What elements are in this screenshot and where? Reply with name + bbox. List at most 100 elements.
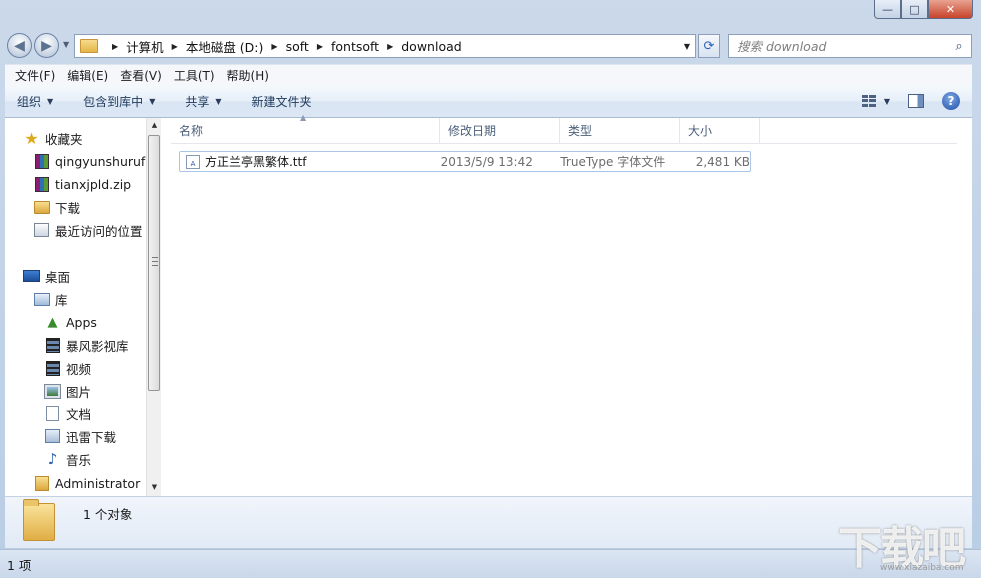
sidebar-item-favorites[interactable]: ★ 收藏夹 (23, 127, 83, 149)
sidebar-item-baofeng-library[interactable]: 暴风影视库 (44, 334, 129, 356)
recent-pages-dropdown-icon[interactable]: ▼ (63, 40, 69, 49)
sidebar-item-libraries[interactable]: 库 (33, 288, 68, 310)
scrollbar-thumb[interactable] (148, 135, 160, 391)
status-text: 1 项 (7, 558, 32, 573)
sidebar-item-recent-places[interactable]: 最近访问的位置 (33, 219, 143, 241)
file-size: 2,481 KB (695, 154, 750, 169)
folder-icon (33, 200, 50, 214)
include-in-library-button[interactable]: 包含到库中 ▼ (83, 93, 155, 110)
music-icon: ♪ (47, 450, 58, 468)
preview-pane-icon[interactable] (908, 94, 924, 108)
status-bar: 1 项 (0, 549, 981, 578)
sidebar-item-label: 收藏夹 (45, 131, 83, 147)
menu-bar: 文件(F) 编辑(E) 查看(V) 工具(T) 帮助(H) (5, 64, 972, 86)
search-box[interactable]: ⌕ (728, 34, 972, 58)
archive-icon (34, 176, 49, 192)
sidebar-item-label: 音乐 (66, 452, 92, 468)
organize-button[interactable]: 组织 ▼ (17, 93, 53, 110)
sidebar-item-qingyunshurufa[interactable]: qingyunshurufa (33, 150, 153, 172)
navigation-pane-scrollbar[interactable]: ▲ ▼ (146, 118, 161, 496)
breadcrumb-computer[interactable]: 计算机 (126, 37, 164, 56)
font-file-icon: A (186, 154, 200, 169)
breadcrumb-arrow-icon[interactable]: ▶ (172, 42, 178, 51)
chevron-down-icon: ▼ (215, 97, 222, 106)
menu-tools[interactable]: 工具(T) (168, 67, 221, 84)
column-header-size[interactable]: 大小 (680, 118, 760, 144)
sidebar-item-tianxjpld[interactable]: tianxjpld.zip (33, 173, 131, 195)
change-view-button[interactable]: ▼ (861, 95, 890, 107)
new-folder-label: 新建文件夹 (251, 95, 312, 109)
sidebar-item-documents[interactable]: 文档 (44, 402, 91, 424)
sidebar-item-label: 库 (55, 292, 68, 308)
main-area: ★ 收藏夹 qingyunshurufa tianxjpld.zip 下载 最近… (5, 113, 972, 496)
new-folder-button[interactable]: 新建文件夹 (252, 93, 312, 110)
picture-icon (44, 383, 61, 399)
scroll-down-icon[interactable]: ▼ (147, 480, 161, 495)
file-type: TrueType 字体文件 (560, 155, 666, 169)
menu-edit[interactable]: 编辑(E) (61, 67, 114, 84)
sidebar-item-apps[interactable]: ▲ Apps (44, 311, 97, 333)
column-header-row: ▲ 名称 修改日期 类型 大小 (171, 113, 972, 144)
address-history-dropdown-icon[interactable]: ▼ (684, 42, 690, 51)
sidebar-item-downloads[interactable]: 下载 (33, 196, 80, 218)
watermark-url: www.xiazaiba.com (880, 563, 964, 573)
sidebar-item-pictures[interactable]: 图片 (44, 380, 91, 402)
library-icon (33, 292, 50, 306)
share-button[interactable]: 共享 ▼ (185, 93, 221, 110)
search-input[interactable] (737, 38, 947, 54)
scroll-up-icon[interactable]: ▲ (147, 118, 161, 133)
breadcrumb-drive-d[interactable]: 本地磁盘 (D:) (186, 37, 264, 56)
file-name: 方正兰亭黑繁体.ttf (204, 155, 307, 169)
sidebar-item-label: 最近访问的位置 (55, 223, 143, 239)
video-library-icon (45, 337, 60, 353)
column-header-type[interactable]: 类型 (560, 118, 680, 144)
navigation-pane: ★ 收藏夹 qingyunshurufa tianxjpld.zip 下载 最近… (5, 118, 161, 496)
refresh-button[interactable]: ⟳ (698, 34, 720, 58)
sidebar-item-label: 图片 (66, 384, 92, 400)
sidebar-item-desktop[interactable]: 桌面 (23, 265, 70, 287)
chevron-down-icon: ▼ (149, 97, 156, 106)
sidebar-item-label: 视频 (66, 361, 92, 377)
help-icon[interactable]: ? (942, 92, 960, 110)
folder-icon (80, 39, 98, 53)
window-controls: — □ ✕ (874, 0, 973, 19)
sidebar-item-videos[interactable]: 视频 (44, 357, 91, 379)
title-bar: — □ ✕ (0, 0, 981, 30)
share-label: 共享 (185, 95, 210, 109)
navigation-row: ◀ ▶ ▼ ▶ 计算机 ▶ 本地磁盘 (D:) ▶ soft ▶ fontsof… (0, 30, 981, 60)
close-button[interactable]: ✕ (928, 0, 973, 19)
column-header-name[interactable]: 名称 (171, 118, 440, 144)
sidebar-item-label: 下载 (55, 200, 81, 216)
file-row[interactable]: A 方正兰亭黑繁体.ttf 2013/5/9 13:42 TrueType 字体… (179, 151, 751, 172)
download-library-icon (45, 429, 60, 443)
minimize-button[interactable]: — (874, 0, 901, 19)
breadcrumb-arrow-icon[interactable]: ▶ (271, 42, 277, 51)
breadcrumb-arrow-icon[interactable]: ▶ (317, 42, 323, 51)
menu-help[interactable]: 帮助(H) (221, 67, 275, 84)
sidebar-item-music[interactable]: ♪ 音乐 (44, 448, 91, 470)
menu-view[interactable]: 查看(V) (114, 67, 168, 84)
address-bar[interactable]: ▶ 计算机 ▶ 本地磁盘 (D:) ▶ soft ▶ fontsoft ▶ do… (74, 34, 696, 58)
breadcrumb-fontsoft[interactable]: fontsoft (331, 39, 379, 54)
chevron-down-icon[interactable]: ▼ (884, 97, 890, 106)
item-count: 1 个对象 (83, 507, 133, 522)
file-modified: 2013/5/9 13:42 (440, 154, 533, 169)
sidebar-item-label: 暴风影视库 (66, 338, 129, 354)
include-in-library-label: 包含到库中 (83, 95, 144, 109)
back-button[interactable]: ◀ (7, 33, 32, 58)
breadcrumb-arrow-icon[interactable]: ▶ (387, 42, 393, 51)
breadcrumb-arrow-icon[interactable]: ▶ (112, 42, 118, 51)
breadcrumb-download[interactable]: download (401, 39, 461, 54)
sidebar-item-administrator[interactable]: Administrator (33, 472, 140, 494)
forward-button[interactable]: ▶ (34, 33, 59, 58)
archive-icon (34, 153, 49, 169)
apps-icon: ▲ (47, 314, 58, 330)
sidebar-item-xunlei-downloads[interactable]: 迅雷下载 (44, 425, 116, 447)
sidebar-item-label: Apps (66, 314, 97, 330)
star-icon: ★ (24, 128, 39, 148)
search-icon[interactable]: ⌕ (947, 39, 971, 54)
maximize-button[interactable]: □ (901, 0, 928, 19)
menu-file[interactable]: 文件(F) (9, 67, 61, 84)
breadcrumb-soft[interactable]: soft (286, 39, 309, 54)
column-header-modified[interactable]: 修改日期 (440, 118, 560, 144)
